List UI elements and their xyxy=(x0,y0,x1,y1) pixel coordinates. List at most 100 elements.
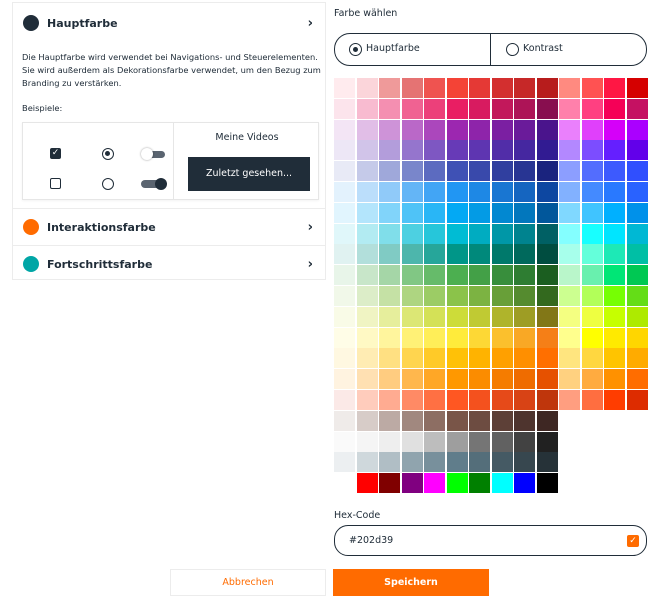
color-swatch[interactable] xyxy=(581,244,603,265)
color-swatch[interactable] xyxy=(379,161,400,182)
color-swatch[interactable] xyxy=(356,119,378,140)
color-swatch[interactable] xyxy=(491,119,513,140)
color-swatch[interactable] xyxy=(334,202,355,223)
color-swatch[interactable] xyxy=(401,452,423,473)
color-swatch[interactable] xyxy=(401,182,423,202)
accordion-hauptfarbe[interactable]: Hauptfarbe › xyxy=(13,5,325,41)
color-swatch[interactable] xyxy=(626,348,648,369)
color-swatch[interactable] xyxy=(626,286,648,306)
color-swatch[interactable] xyxy=(379,410,400,431)
color-swatch[interactable] xyxy=(379,369,400,390)
color-swatch[interactable] xyxy=(379,348,400,369)
color-swatch[interactable] xyxy=(514,223,535,244)
color-swatch[interactable] xyxy=(334,369,355,390)
color-swatch[interactable] xyxy=(536,369,558,390)
color-swatch[interactable] xyxy=(401,410,423,431)
color-swatch[interactable] xyxy=(446,119,468,140)
color-swatch[interactable] xyxy=(356,473,378,494)
color-swatch[interactable] xyxy=(356,78,378,98)
color-swatch[interactable] xyxy=(514,244,535,265)
color-swatch[interactable] xyxy=(514,182,535,202)
color-swatch[interactable] xyxy=(626,119,648,140)
color-swatch[interactable] xyxy=(424,119,445,140)
color-swatch[interactable] xyxy=(446,78,468,98)
color-swatch[interactable] xyxy=(469,98,490,119)
color-swatch[interactable] xyxy=(626,223,648,244)
color-swatch[interactable] xyxy=(334,410,355,431)
color-swatch[interactable] xyxy=(379,223,400,244)
color-swatch[interactable] xyxy=(446,348,468,369)
color-swatch[interactable] xyxy=(356,140,378,161)
color-swatch[interactable] xyxy=(356,98,378,119)
color-swatch[interactable] xyxy=(536,119,558,140)
color-swatch[interactable] xyxy=(424,452,445,473)
color-swatch[interactable] xyxy=(514,327,535,348)
color-swatch[interactable] xyxy=(446,473,468,494)
color-swatch[interactable] xyxy=(581,140,603,161)
color-swatch[interactable] xyxy=(469,348,490,369)
color-swatch[interactable] xyxy=(536,286,558,306)
color-swatch[interactable] xyxy=(334,182,355,202)
color-swatch[interactable] xyxy=(446,431,468,452)
color-swatch[interactable] xyxy=(491,244,513,265)
color-swatch[interactable] xyxy=(559,327,580,348)
color-swatch[interactable] xyxy=(379,78,400,98)
color-swatch[interactable] xyxy=(401,78,423,98)
color-swatch[interactable] xyxy=(491,286,513,306)
color-swatch[interactable] xyxy=(626,78,648,98)
color-swatch[interactable] xyxy=(401,161,423,182)
color-swatch[interactable] xyxy=(469,431,490,452)
color-swatch[interactable] xyxy=(424,223,445,244)
color-swatch[interactable] xyxy=(356,369,378,390)
color-swatch[interactable] xyxy=(379,202,400,223)
color-swatch[interactable] xyxy=(401,348,423,369)
color-swatch[interactable] xyxy=(559,140,580,161)
color-swatch[interactable] xyxy=(469,223,490,244)
color-swatch[interactable] xyxy=(334,98,355,119)
color-swatch[interactable] xyxy=(514,410,535,431)
color-swatch[interactable] xyxy=(626,390,648,410)
color-swatch[interactable] xyxy=(536,161,558,182)
color-swatch[interactable] xyxy=(469,286,490,306)
color-swatch[interactable] xyxy=(536,390,558,410)
color-swatch[interactable] xyxy=(491,369,513,390)
color-swatch[interactable] xyxy=(559,244,580,265)
option-kontrast[interactable]: Kontrast xyxy=(491,34,646,65)
color-swatch[interactable] xyxy=(356,286,378,306)
color-swatch[interactable] xyxy=(334,265,355,286)
color-swatch[interactable] xyxy=(446,369,468,390)
color-swatch[interactable] xyxy=(424,369,445,390)
color-swatch[interactable] xyxy=(446,182,468,202)
color-swatch[interactable] xyxy=(446,390,468,410)
color-swatch[interactable] xyxy=(536,244,558,265)
color-swatch[interactable] xyxy=(334,327,355,348)
color-swatch[interactable] xyxy=(536,223,558,244)
color-swatch[interactable] xyxy=(559,286,580,306)
color-swatch[interactable] xyxy=(536,410,558,431)
color-swatch[interactable] xyxy=(559,265,580,286)
color-swatch[interactable] xyxy=(469,140,490,161)
color-swatch[interactable] xyxy=(536,306,558,327)
color-swatch[interactable] xyxy=(424,161,445,182)
color-swatch[interactable] xyxy=(469,327,490,348)
accordion-interaktionsfarbe[interactable]: Interaktionsfarbe › xyxy=(13,209,325,245)
color-swatch[interactable] xyxy=(581,223,603,244)
color-swatch[interactable] xyxy=(469,390,490,410)
color-swatch[interactable] xyxy=(514,369,535,390)
color-swatch[interactable] xyxy=(491,202,513,223)
color-swatch[interactable] xyxy=(536,98,558,119)
color-swatch[interactable] xyxy=(491,452,513,473)
color-swatch[interactable] xyxy=(491,306,513,327)
color-swatch[interactable] xyxy=(424,327,445,348)
color-swatch[interactable] xyxy=(581,327,603,348)
color-swatch[interactable] xyxy=(491,78,513,98)
color-swatch[interactable] xyxy=(379,390,400,410)
color-swatch[interactable] xyxy=(514,98,535,119)
color-swatch[interactable] xyxy=(604,161,625,182)
color-swatch[interactable] xyxy=(581,98,603,119)
color-swatch[interactable] xyxy=(581,161,603,182)
color-swatch[interactable] xyxy=(356,410,378,431)
color-swatch[interactable] xyxy=(604,265,625,286)
color-swatch[interactable] xyxy=(356,306,378,327)
color-swatch[interactable] xyxy=(514,78,535,98)
